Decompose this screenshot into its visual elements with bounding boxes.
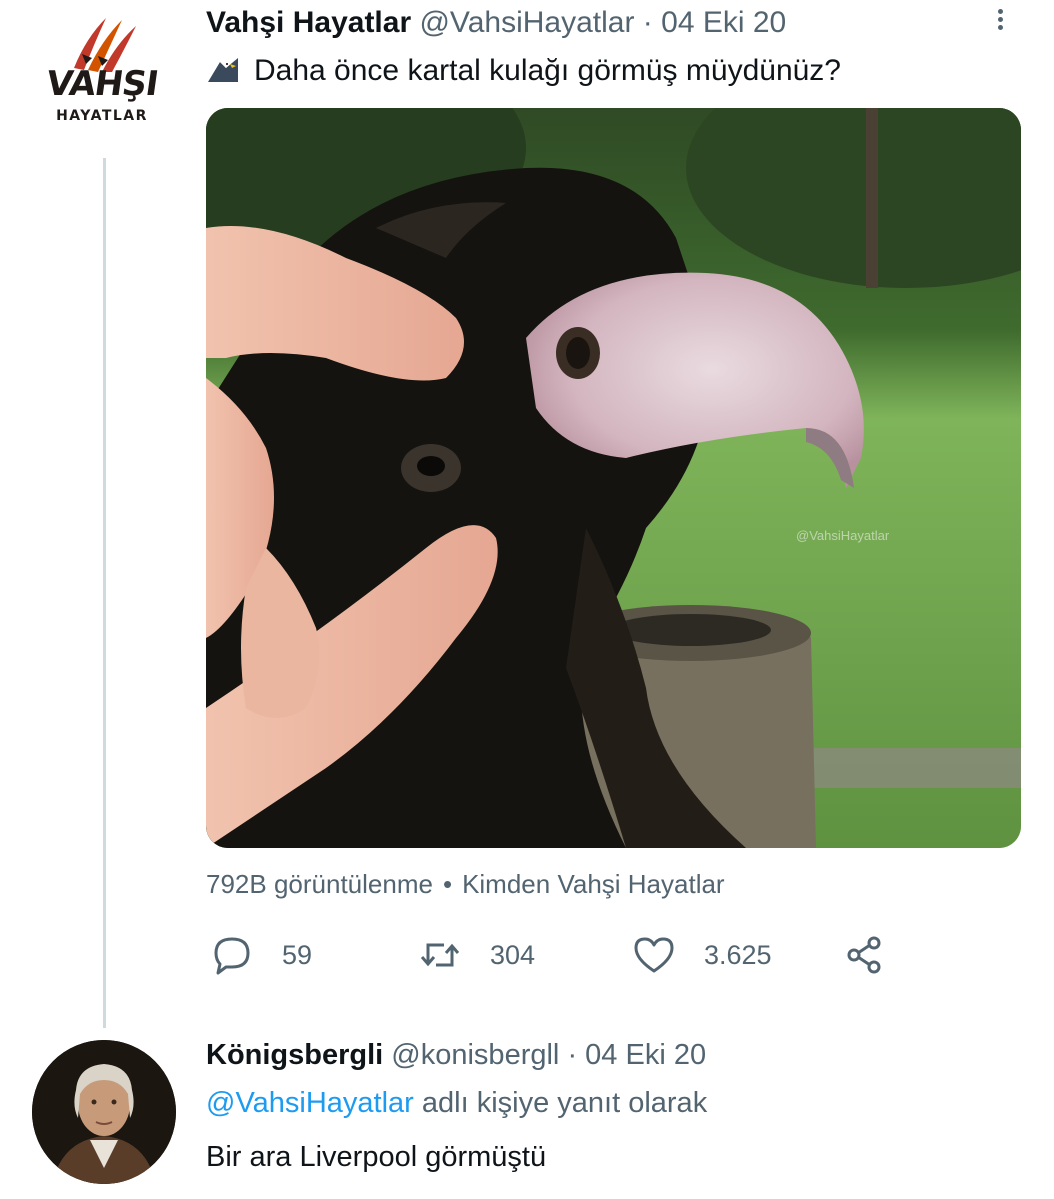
account-logo[interactable]: VAHŞI HAYATLAR [36, 14, 168, 124]
heart-icon [634, 937, 674, 973]
more-options-icon[interactable] [990, 6, 1010, 36]
eagle-emoji-icon [208, 58, 238, 82]
eagle-photo: @VahsiHayatlar [206, 108, 1021, 848]
tweet-date[interactable]: 04 Eki 20 [661, 6, 786, 39]
author-handle[interactable]: @VahsiHayatlar [419, 6, 634, 39]
view-count: 792B görüntülenme [206, 869, 433, 899]
reply-count: 59 [282, 939, 313, 970]
replying-to: @VahsiHayatlar adlı kişiye yanıt olarak [206, 1084, 707, 1122]
reply-to-suffix: adlı kişiye yanıt olarak [421, 1087, 708, 1119]
retweet-icon [420, 943, 460, 967]
tweet-text: Daha önce kartal kulağı görmüş müydünüz? [254, 54, 841, 87]
reply-header: Königsbergli @konisbergll · 04 Eki 20 [206, 1036, 706, 1074]
tweet-actions: 59 304 3.625 [206, 930, 906, 980]
reply-avatar[interactable] [32, 1040, 176, 1184]
stats-separator: • [442, 869, 453, 899]
tweet-stats: 792B görüntülenme • Kimden Vahşi Hayatlar [206, 866, 725, 902]
header-separator: · [642, 6, 653, 39]
share-icon [847, 936, 881, 974]
like-count: 3.625 [704, 939, 772, 970]
reply-mention-link[interactable]: @VahsiHayatlar [206, 1087, 414, 1119]
logo-subtitle: HAYATLAR [56, 108, 148, 124]
reply-body: Bir ara Liverpool görmüştü [206, 1141, 547, 1173]
video-watermark: @VahsiHayatlar [796, 528, 890, 543]
retweet-button[interactable]: 304 [418, 930, 535, 980]
logo-wordmark: VAHŞI [43, 64, 161, 104]
author-name[interactable]: Vahşi Hayatlar [206, 6, 411, 39]
tweet-header: Vahşi Hayatlar @VahsiHayatlar · 04 Eki 2… [206, 4, 786, 42]
like-button[interactable]: 3.625 [632, 930, 772, 980]
portrait-avatar-image [32, 1040, 176, 1184]
tweet-body: Daha önce kartal kulağı görmüş müydünüz? [206, 52, 841, 90]
share-button[interactable] [842, 930, 914, 980]
reply-date[interactable]: 04 Eki 20 [585, 1039, 706, 1071]
source-label[interactable]: Kimden Vahşi Hayatlar [462, 869, 725, 899]
reply-author-name[interactable]: Königsbergli [206, 1039, 383, 1071]
thread-connector-line [103, 158, 106, 1028]
reply-bubble-icon [214, 937, 250, 975]
tweet-video[interactable]: @VahsiHayatlar [206, 108, 1021, 848]
reply-button[interactable]: 59 [210, 930, 312, 980]
reply-author-handle[interactable]: @konisbergll [391, 1039, 559, 1071]
retweet-count: 304 [490, 939, 536, 970]
reply-header-separator: · [567, 1039, 578, 1071]
